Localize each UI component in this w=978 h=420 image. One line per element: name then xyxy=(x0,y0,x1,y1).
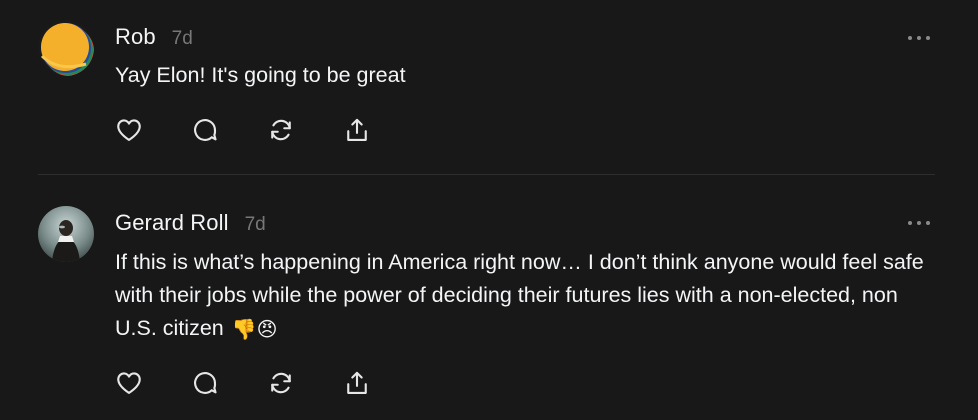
post-header: Gerard Roll 7d xyxy=(115,210,266,236)
reply-post: Gerard Roll 7d If this is what’s happeni… xyxy=(0,175,978,420)
avatar[interactable] xyxy=(38,20,94,76)
comment-button[interactable] xyxy=(191,115,267,145)
share-icon xyxy=(347,371,367,394)
dot-icon xyxy=(917,36,921,40)
repost-button[interactable] xyxy=(267,115,343,145)
heart-icon xyxy=(117,372,141,394)
share-icon xyxy=(347,118,367,141)
comment-button[interactable] xyxy=(191,368,267,398)
repost-icon xyxy=(271,372,291,394)
timestamp[interactable]: 7d xyxy=(172,28,193,50)
abstract-orange-circle-avatar-icon xyxy=(38,20,94,76)
comment-bubble-icon xyxy=(194,372,217,394)
like-button[interactable] xyxy=(115,368,191,398)
post-text: If this is what’s happening in America r… xyxy=(115,246,945,347)
dot-icon xyxy=(917,221,921,225)
dot-icon xyxy=(926,36,930,40)
more-options-icon[interactable] xyxy=(908,219,930,227)
post-actions xyxy=(115,115,419,145)
more-options-icon[interactable] xyxy=(908,34,930,42)
thread-replies-feed: Rob 7d Yay Elon! It's going to be great xyxy=(0,0,978,420)
thumbs-down-angry-emoji: 👎😠 xyxy=(231,319,278,341)
author-name[interactable]: Rob xyxy=(115,24,156,50)
like-button[interactable] xyxy=(115,115,191,145)
dot-icon xyxy=(926,221,930,225)
share-button[interactable] xyxy=(343,115,419,145)
repost-icon xyxy=(271,119,291,141)
author-name[interactable]: Gerard Roll xyxy=(115,210,229,236)
reply-post: Rob 7d Yay Elon! It's going to be great xyxy=(0,0,978,174)
comment-bubble-icon xyxy=(194,119,217,141)
post-actions xyxy=(115,368,419,398)
avatar[interactable] xyxy=(38,206,94,262)
share-button[interactable] xyxy=(343,368,419,398)
dot-icon xyxy=(908,221,912,225)
timestamp[interactable]: 7d xyxy=(245,214,266,236)
dot-icon xyxy=(908,36,912,40)
photo-avatar-icon xyxy=(38,206,94,262)
repost-button[interactable] xyxy=(267,368,343,398)
post-text: Yay Elon! It's going to be great xyxy=(115,63,406,87)
post-header: Rob 7d xyxy=(115,24,193,50)
heart-icon xyxy=(117,119,141,141)
